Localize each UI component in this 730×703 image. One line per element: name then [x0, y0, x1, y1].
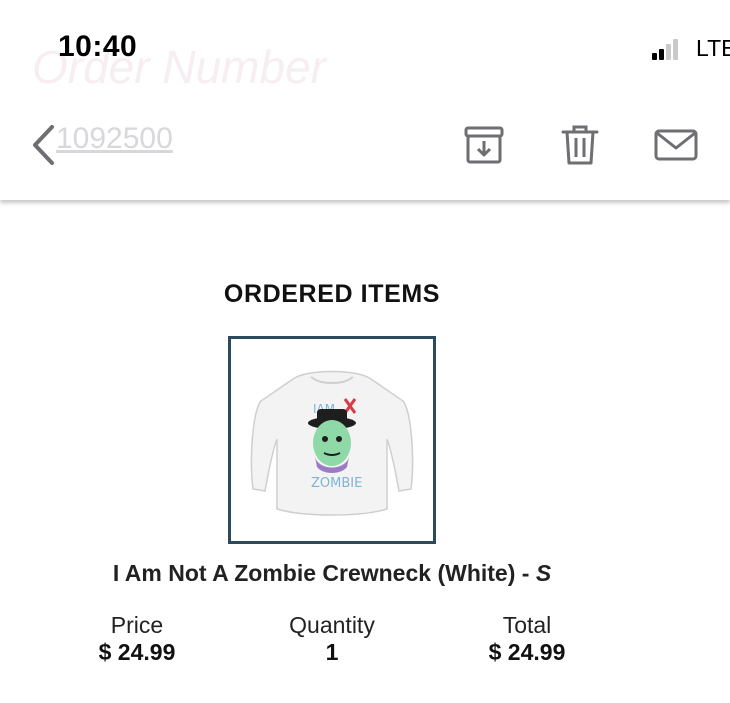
signal-strength-icon: [652, 38, 692, 60]
price-label: Price: [110, 612, 164, 638]
status-time: 10:40: [58, 30, 138, 63]
quantity-column: Quantity 1: [232, 612, 432, 666]
mail-icon: [654, 129, 698, 161]
total-label: Total: [502, 612, 552, 638]
svg-text:ZOMBIE: ZOMBIE: [311, 476, 362, 491]
product-name[interactable]: I Am Not A Zombie Crewneck (White) - S: [0, 560, 664, 587]
carrier-label: LTE: [696, 35, 730, 61]
navigation-header: Order Number 10:40 LTE 1092500: [0, 0, 730, 200]
quantity-value: 1: [325, 639, 339, 665]
trash-button[interactable]: [557, 122, 603, 168]
product-title: I Am Not A Zombie Crewneck (White) -: [112, 560, 536, 586]
ordered-items-heading: ORDERED ITEMS: [223, 280, 441, 308]
product-image[interactable]: IAM ZOMBIE: [228, 336, 436, 544]
product-size: S: [535, 560, 552, 586]
price-column: Price $ 24.99: [37, 612, 237, 666]
mail-button[interactable]: [653, 122, 699, 168]
total-column: Total $ 24.99: [427, 612, 627, 666]
price-value: $ 24.99: [98, 639, 176, 665]
quantity-label: Quantity: [289, 612, 375, 638]
archive-button[interactable]: [461, 122, 507, 168]
order-number-link[interactable]: 1092500: [56, 122, 173, 156]
archive-icon: [464, 126, 504, 164]
trash-icon: [561, 125, 599, 165]
crewneck-sweater-image: IAM ZOMBIE: [250, 370, 414, 516]
total-value: $ 24.99: [488, 639, 566, 665]
